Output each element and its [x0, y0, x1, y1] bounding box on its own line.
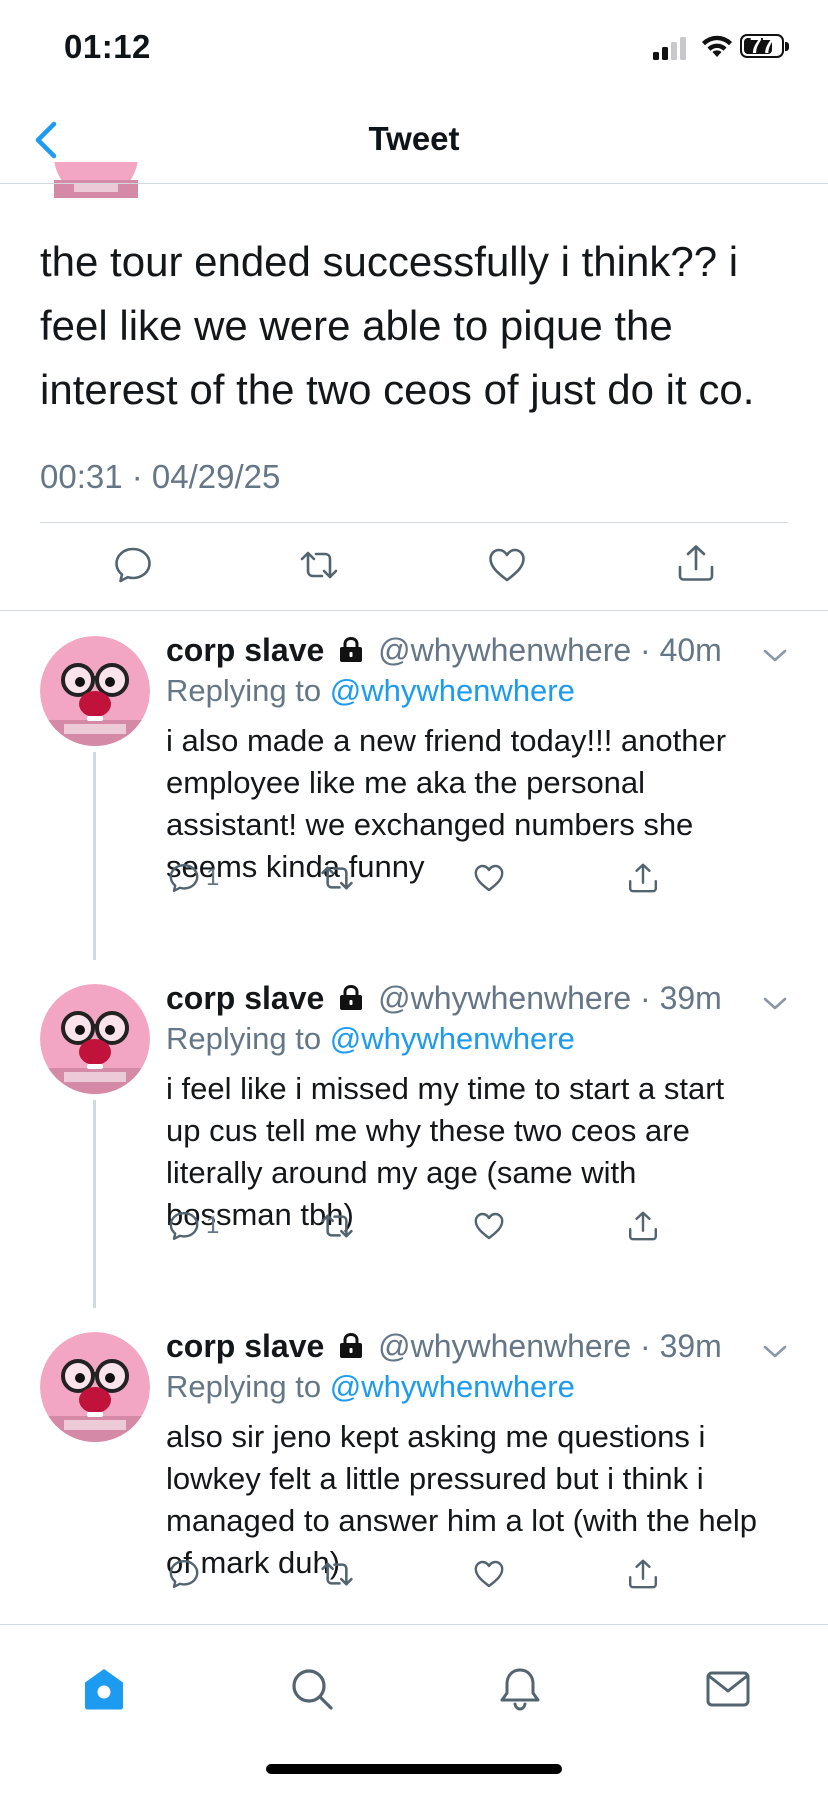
reply-time: 39m [659, 1328, 722, 1364]
user-handle[interactable]: @whywhenwhere [378, 632, 631, 668]
reply-time: 39m [659, 980, 722, 1016]
home-icon[interactable] [80, 1665, 128, 1713]
reply-comment-button[interactable]: 1 [168, 858, 219, 898]
thread-connector [93, 752, 96, 960]
meta-separator: · [631, 1328, 660, 1364]
share-icon[interactable] [676, 543, 716, 583]
lock-icon [340, 636, 363, 662]
meta-separator: · [631, 632, 660, 668]
replying-to-link[interactable]: @whywhenwhere [330, 1021, 575, 1056]
search-icon[interactable] [288, 1665, 336, 1713]
share-icon [629, 863, 657, 893]
avatar[interactable] [40, 636, 150, 746]
replying-to-link[interactable]: @whywhenwhere [330, 673, 575, 708]
heart-icon[interactable] [487, 545, 527, 585]
meta-separator: · [631, 980, 660, 1016]
mail-icon[interactable] [704, 1665, 752, 1713]
reply-text: also sir jeno kept asking me questions i… [166, 1419, 758, 1580]
reply-tweet[interactable]: corp slave @whywhenwhere · 40m Replying … [0, 612, 828, 960]
lock-icon [340, 1332, 363, 1358]
comment-icon [169, 864, 199, 892]
author-avatar-partial [54, 162, 138, 198]
reply-comment-button[interactable]: 1 [168, 1206, 219, 1246]
reply-text: i also made a new friend today!!! anothe… [166, 723, 727, 884]
avatar[interactable] [40, 1332, 150, 1442]
battery-level-text: 77 [749, 33, 775, 58]
cellular-signal-icon [653, 37, 686, 60]
replying-to-line: Replying to @whywhenwhere [166, 1369, 575, 1405]
comment-icon [169, 1212, 199, 1240]
reply-share-button[interactable] [627, 858, 659, 898]
display-name[interactable]: corp slave [166, 1328, 324, 1364]
reply-count: 1 [206, 864, 220, 891]
wifi-icon [702, 35, 732, 57]
reply-author-row: corp slave @whywhenwhere · 39m [166, 980, 722, 1017]
reply-tweet[interactable]: corp slave @whywhenwhere · 39m Replying … [0, 1308, 828, 1656]
reply-like-button[interactable] [473, 858, 505, 898]
battery-icon: 77 [740, 33, 790, 60]
reply-retweet-button[interactable] [320, 1554, 354, 1594]
chevron-down-icon[interactable] [762, 994, 788, 1014]
user-handle[interactable]: @whywhenwhere [378, 980, 631, 1016]
tweet-timestamp: 00:31 · 04/29/25 [40, 458, 281, 495]
replying-to-link[interactable]: @whywhenwhere [330, 1369, 575, 1404]
comment-icon[interactable] [113, 545, 153, 585]
heart-icon [474, 1212, 504, 1240]
display-name[interactable]: corp slave [166, 980, 324, 1016]
reply-retweet-button[interactable] [320, 858, 354, 898]
reply-count: 1 [206, 1212, 220, 1239]
reply-retweet-button[interactable] [320, 1206, 354, 1246]
header-divider [0, 183, 828, 184]
chevron-down-icon[interactable] [762, 646, 788, 666]
replying-to-line: Replying to @whywhenwhere [166, 1021, 575, 1057]
status-time: 01:12 [64, 28, 151, 65]
replying-to-line: Replying to @whywhenwhere [166, 673, 575, 709]
user-handle[interactable]: @whywhenwhere [378, 1328, 631, 1364]
reply-author-row: corp slave @whywhenwhere · 40m [166, 632, 722, 669]
reply-like-button[interactable] [473, 1554, 505, 1594]
retweet-icon [321, 1214, 353, 1238]
comment-icon [169, 1560, 199, 1588]
reply-text: i feel like i missed my time to start a … [166, 1071, 725, 1232]
replying-to-label: Replying to [166, 1021, 322, 1056]
replying-to-label: Replying to [166, 1369, 322, 1404]
page-title: Tweet [368, 120, 460, 157]
reply-author-row: corp slave @whywhenwhere · 39m [166, 1328, 722, 1365]
replying-to-label: Replying to [166, 673, 322, 708]
retweet-icon[interactable] [299, 545, 339, 585]
heart-icon [474, 1560, 504, 1588]
reply-like-button[interactable] [473, 1206, 505, 1246]
reply-time: 40m [659, 632, 722, 668]
reply-tweet[interactable]: corp slave @whywhenwhere · 39m Replying … [0, 960, 828, 1308]
lock-icon [340, 984, 363, 1010]
avatar[interactable] [40, 984, 150, 1094]
bell-icon[interactable] [496, 1665, 544, 1713]
reply-share-button[interactable] [627, 1206, 659, 1246]
retweet-icon [321, 1562, 353, 1586]
tweet-divider [40, 522, 788, 523]
reply-share-button[interactable] [627, 1554, 659, 1594]
heart-icon [474, 864, 504, 892]
tweet-text: the tour ended successfully i think?? i … [40, 238, 755, 413]
retweet-icon [321, 866, 353, 890]
chevron-down-icon[interactable] [762, 1342, 788, 1362]
thread-connector [93, 1100, 96, 1308]
display-name[interactable]: corp slave [166, 632, 324, 668]
reply-comment-button[interactable] [168, 1554, 200, 1594]
share-icon [629, 1211, 657, 1241]
share-icon [629, 1559, 657, 1589]
home-indicator [266, 1764, 562, 1774]
section-divider [0, 610, 828, 611]
